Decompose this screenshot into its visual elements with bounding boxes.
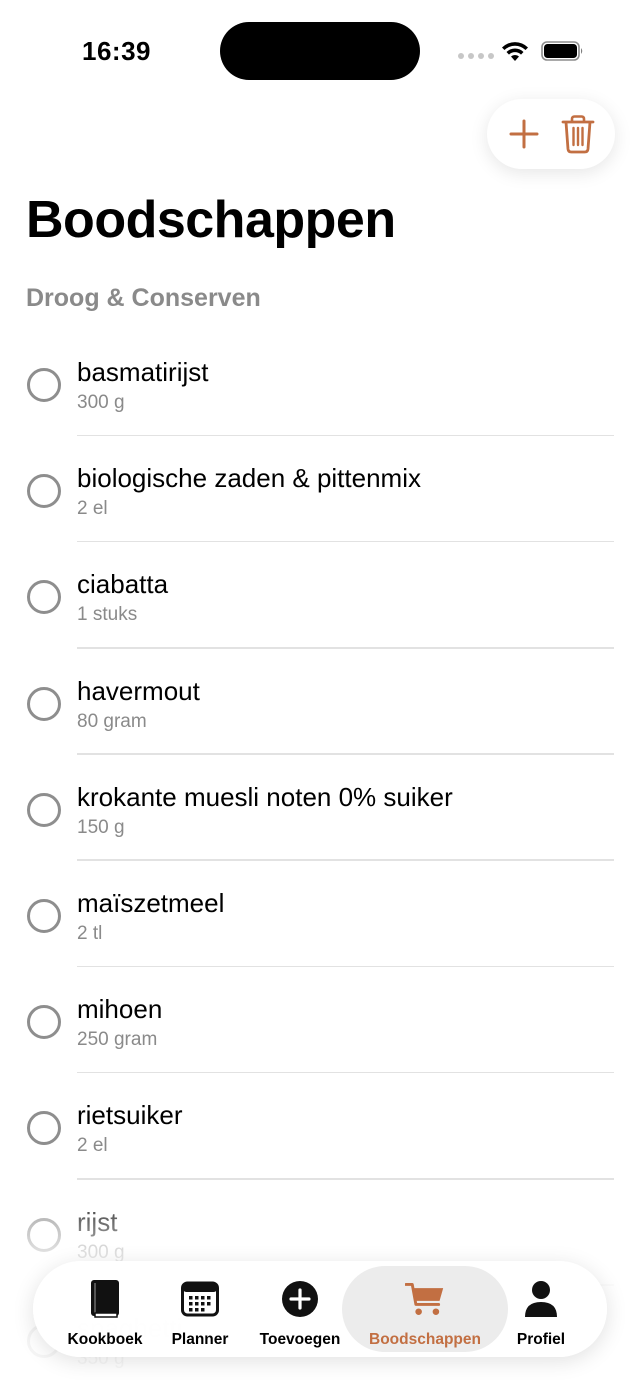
checkbox-circle[interactable] bbox=[27, 686, 61, 721]
checkbox-circle[interactable] bbox=[27, 792, 61, 827]
item-name: havermout bbox=[77, 675, 200, 706]
list-item[interactable]: krokante muesli noten 0% suiker 150 g bbox=[0, 755, 640, 861]
tab-label: Kookboek bbox=[67, 1331, 143, 1348]
tab-planner[interactable]: Planner bbox=[163, 1261, 237, 1357]
wifi-icon bbox=[502, 42, 528, 61]
list-item[interactable]: ciabatta 1 stuks bbox=[0, 542, 640, 649]
status-time: 16:39 bbox=[82, 36, 151, 66]
tab-label: Profiel bbox=[516, 1331, 566, 1348]
checkbox-circle[interactable] bbox=[27, 898, 61, 933]
book-icon bbox=[85, 1279, 125, 1319]
grocery-list: basmatirijst 300 g biologische zaden & p… bbox=[0, 330, 640, 1391]
list-item[interactable]: mihoen 250 gram bbox=[0, 967, 640, 1074]
tab-label: Toevoegen bbox=[259, 1331, 341, 1348]
item-name: biologische zaden & pittenmix bbox=[77, 463, 421, 494]
top-actions bbox=[487, 99, 615, 169]
checkbox-circle[interactable] bbox=[27, 368, 61, 402]
tab-bar: Kookboek Planner Toevoegen Boodschappen … bbox=[33, 1261, 607, 1357]
checkbox-circle[interactable] bbox=[27, 1005, 61, 1040]
list-item[interactable]: biologische zaden & pittenmix 2 el bbox=[0, 436, 640, 543]
item-quantity: 150 g bbox=[77, 816, 125, 838]
section-header: Droog & Conserven bbox=[26, 284, 261, 312]
item-quantity: 300 g bbox=[77, 392, 125, 413]
checkbox-circle[interactable] bbox=[27, 474, 61, 509]
item-name: maïszetmeel bbox=[77, 887, 225, 918]
tab-kookboek[interactable]: Kookboek bbox=[53, 1261, 157, 1357]
checkbox-circle[interactable] bbox=[27, 1217, 61, 1252]
plus-circle-icon bbox=[280, 1279, 320, 1319]
item-name: ciabatta bbox=[77, 569, 169, 600]
trash-icon bbox=[561, 115, 595, 154]
checkbox-circle[interactable] bbox=[27, 580, 61, 615]
calendar-icon bbox=[180, 1279, 220, 1319]
item-name: rijst bbox=[77, 1206, 118, 1237]
list-item[interactable]: basmatirijst 300 g bbox=[0, 330, 640, 437]
item-name: mihoen bbox=[77, 994, 163, 1025]
page-title: Boodschappen bbox=[26, 191, 396, 249]
checkbox-circle[interactable] bbox=[27, 1111, 61, 1146]
list-item[interactable]: havermout 80 gram bbox=[0, 649, 640, 755]
plus-icon bbox=[509, 119, 539, 149]
tab-profiel[interactable]: Profiel bbox=[507, 1261, 575, 1357]
item-quantity: 2 tl bbox=[77, 922, 103, 944]
cart-icon bbox=[405, 1279, 445, 1319]
item-name: rietsuiker bbox=[77, 1100, 183, 1131]
item-name: basmatirijst bbox=[77, 357, 209, 387]
tab-label: Planner bbox=[171, 1331, 229, 1348]
list-item[interactable]: rietsuiker 2 el bbox=[0, 1073, 640, 1180]
list-item[interactable]: maïszetmeel 2 tl bbox=[0, 861, 640, 968]
delete-button[interactable] bbox=[558, 114, 598, 154]
cellular-signal-icon bbox=[458, 53, 494, 59]
status-bar: 16:39 bbox=[0, 0, 640, 100]
battery-icon bbox=[541, 41, 583, 61]
dynamic-island bbox=[220, 22, 420, 80]
item-quantity: 2 el bbox=[77, 1135, 108, 1157]
tab-label: Boodschappen bbox=[369, 1331, 481, 1348]
item-quantity: 250 gram bbox=[77, 1029, 158, 1051]
add-item-button[interactable] bbox=[504, 114, 544, 154]
item-quantity: 2 el bbox=[77, 498, 108, 520]
item-quantity: 80 gram bbox=[77, 710, 147, 732]
person-icon bbox=[521, 1279, 561, 1319]
item-quantity: 1 stuks bbox=[77, 604, 138, 626]
tab-toevoegen[interactable]: Toevoegen bbox=[251, 1261, 349, 1357]
item-name: krokante muesli noten 0% suiker bbox=[77, 781, 453, 812]
tab-boodschappen[interactable]: Boodschappen bbox=[342, 1266, 508, 1352]
